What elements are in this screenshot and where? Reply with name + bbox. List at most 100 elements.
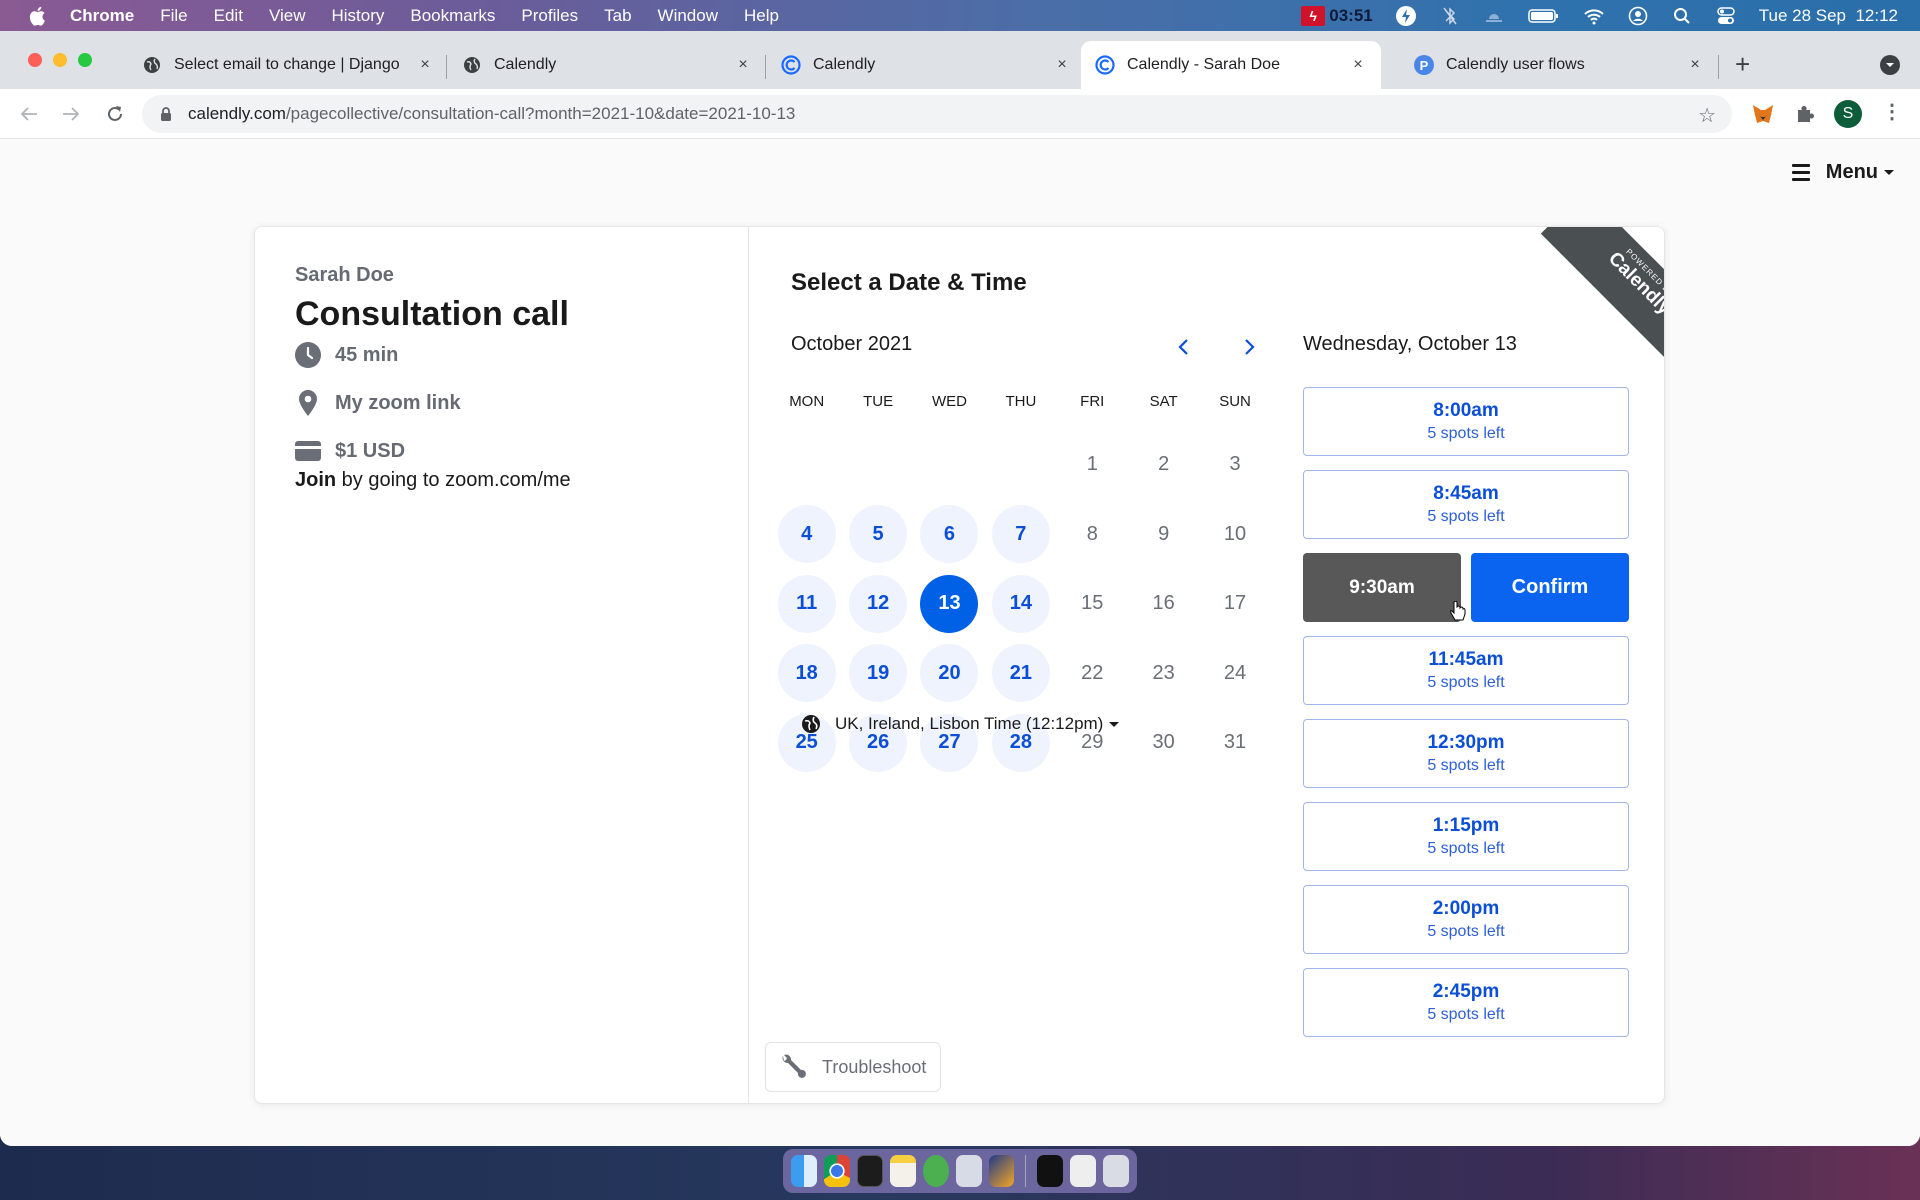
trash-icon[interactable] xyxy=(1103,1155,1129,1187)
menu-window[interactable]: Window xyxy=(658,6,718,26)
timezone-selector[interactable]: UK, Ireland, Lisbon Time (12:12pm) xyxy=(801,714,1120,734)
tab-calendly-1[interactable]: Calendly × xyxy=(448,41,766,89)
calendar-day-number: 21 xyxy=(991,644,1050,703)
notes-icon[interactable] xyxy=(889,1155,916,1187)
scheduler-title: Select a Date & Time xyxy=(791,269,1027,296)
downloads-stack-icon[interactable] xyxy=(1037,1155,1064,1187)
close-tab-icon[interactable]: × xyxy=(1686,56,1704,74)
battery-icon[interactable] xyxy=(1527,5,1561,27)
troubleshoot-button[interactable]: Troubleshoot xyxy=(765,1042,941,1092)
selected-slot-time[interactable]: 9:30am xyxy=(1303,553,1461,622)
slot-time: 8:45am xyxy=(1433,482,1499,504)
recent-window-icon[interactable] xyxy=(1070,1155,1097,1187)
calendar-day-available[interactable]: 7 xyxy=(985,500,1056,570)
finder-icon[interactable] xyxy=(791,1155,817,1187)
calendar-day-unavailable: 24 xyxy=(1199,639,1270,709)
terminal-icon[interactable] xyxy=(856,1155,883,1187)
time-slot[interactable]: 2:00pm 5 spots left xyxy=(1303,885,1629,954)
bluetooth-off-icon[interactable] xyxy=(1439,5,1461,27)
tab-calendly-user-flows[interactable]: P Calendly user flows × xyxy=(1400,41,1718,89)
time-slot[interactable]: 2:45pm 5 spots left xyxy=(1303,968,1629,1037)
tab-calendly-sarah-doe[interactable]: Calendly - Sarah Doe × xyxy=(1081,41,1381,89)
weekday-wed: WED xyxy=(931,393,967,410)
calendar-day-available[interactable]: 14 xyxy=(985,569,1056,639)
amphetamine-icon[interactable] xyxy=(1395,5,1417,27)
calendar-day-number: 20 xyxy=(920,644,979,703)
close-tab-icon[interactable]: × xyxy=(734,56,752,74)
spotlight-search-icon[interactable] xyxy=(1671,5,1693,27)
calendar-day-number: 16 xyxy=(1152,592,1175,615)
new-tab-button[interactable]: + xyxy=(1735,51,1750,77)
back-button[interactable] xyxy=(16,101,42,127)
extensions-puzzle-icon[interactable] xyxy=(1792,101,1818,127)
user-icon[interactable] xyxy=(1627,5,1649,27)
onepassword-icon[interactable] xyxy=(955,1155,982,1187)
bookmark-star-icon[interactable]: ☆ xyxy=(1698,103,1716,128)
time-slot[interactable]: 1:15pm 5 spots left xyxy=(1303,802,1629,871)
brightness-icon[interactable] xyxy=(1483,5,1505,27)
calendar-day-number: 6 xyxy=(920,505,979,564)
calendar-day-unavailable: 16 xyxy=(1128,569,1199,639)
confirm-button[interactable]: Confirm xyxy=(1471,553,1629,622)
time-slot[interactable]: 8:00am 5 spots left xyxy=(1303,387,1629,456)
calendar-day-available[interactable]: 5 xyxy=(842,500,913,570)
reeder-icon[interactable] xyxy=(988,1155,1015,1187)
menu-help[interactable]: Help xyxy=(744,6,779,26)
close-window-button[interactable] xyxy=(28,53,42,67)
prev-month-button[interactable] xyxy=(1169,333,1197,361)
calendar-day-number: 19 xyxy=(849,644,908,703)
tab-search-button[interactable] xyxy=(1880,55,1900,75)
menu-edit[interactable]: Edit xyxy=(214,6,243,26)
menu-tab[interactable]: Tab xyxy=(604,6,631,26)
calendar-day-available[interactable]: 12 xyxy=(842,569,913,639)
slot-spots: 5 spots left xyxy=(1427,507,1505,525)
browser-menu-icon[interactable]: ⋮ xyxy=(1882,102,1902,122)
calendar-day-available[interactable]: 4 xyxy=(771,500,842,570)
next-month-button[interactable] xyxy=(1236,333,1264,361)
close-tab-icon[interactable]: × xyxy=(1349,56,1367,74)
metamask-extension-icon[interactable] xyxy=(1750,101,1776,127)
minimize-window-button[interactable] xyxy=(53,53,67,67)
powered-by-calendly-ribbon[interactable]: POWERED BY Calendly xyxy=(1520,227,1664,371)
menu-history[interactable]: History xyxy=(331,6,384,26)
slot-spots: 5 spots left xyxy=(1427,673,1505,691)
zoom-window-button[interactable] xyxy=(78,53,92,67)
close-tab-icon[interactable]: × xyxy=(1053,56,1071,74)
page-menu-button[interactable]: Menu xyxy=(1791,161,1894,184)
calendar-day-available[interactable]: 18 xyxy=(771,639,842,709)
chrome-icon[interactable] xyxy=(823,1155,850,1187)
calendar-empty-cell xyxy=(914,430,985,500)
reload-button[interactable] xyxy=(102,101,128,127)
slot-spots: 5 spots left xyxy=(1427,424,1505,442)
screen-recorder-status[interactable]: ϟ 03:51 xyxy=(1301,5,1373,26)
menu-view[interactable]: View xyxy=(269,6,306,26)
control-center-icon[interactable] xyxy=(1715,5,1737,27)
apple-icon[interactable] xyxy=(28,6,48,26)
forward-button[interactable] xyxy=(58,101,84,127)
calendar-day-available[interactable]: 19 xyxy=(842,639,913,709)
close-tab-icon[interactable]: × xyxy=(416,56,434,74)
weekday-mon: MON xyxy=(789,393,825,410)
menu-profiles[interactable]: Profiles xyxy=(521,6,578,26)
calendly-icon xyxy=(781,55,801,75)
tab-calendly-2[interactable]: Calendly × xyxy=(767,41,1085,89)
calendar-day-available[interactable]: 11 xyxy=(771,569,842,639)
lock-icon[interactable] xyxy=(160,106,174,122)
menubar-clock[interactable]: Tue 28 Sep 12:12 xyxy=(1759,6,1898,26)
time-slot[interactable]: 12:30pm 5 spots left xyxy=(1303,719,1629,788)
menu-app-name[interactable]: Chrome xyxy=(70,6,134,26)
address-bar[interactable]: calendly.com/pagecollective/consultation… xyxy=(142,95,1732,133)
menu-bookmarks[interactable]: Bookmarks xyxy=(410,6,495,26)
time-slot[interactable]: 8:45am 5 spots left xyxy=(1303,470,1629,539)
calendar-day-selected[interactable]: 13 xyxy=(914,569,985,639)
wifi-icon[interactable] xyxy=(1583,5,1605,27)
tab-django-admin[interactable]: Select email to change | Django × xyxy=(128,41,448,89)
atom-icon[interactable] xyxy=(922,1155,949,1187)
profile-avatar[interactable]: S xyxy=(1834,100,1862,128)
calendar-day-unavailable: 8 xyxy=(1057,500,1128,570)
calendar-day-available[interactable]: 6 xyxy=(914,500,985,570)
calendar-day-available[interactable]: 21 xyxy=(985,639,1056,709)
menu-file[interactable]: File xyxy=(160,6,187,26)
calendar-day-available[interactable]: 20 xyxy=(914,639,985,709)
time-slot[interactable]: 11:45am 5 spots left xyxy=(1303,636,1629,705)
